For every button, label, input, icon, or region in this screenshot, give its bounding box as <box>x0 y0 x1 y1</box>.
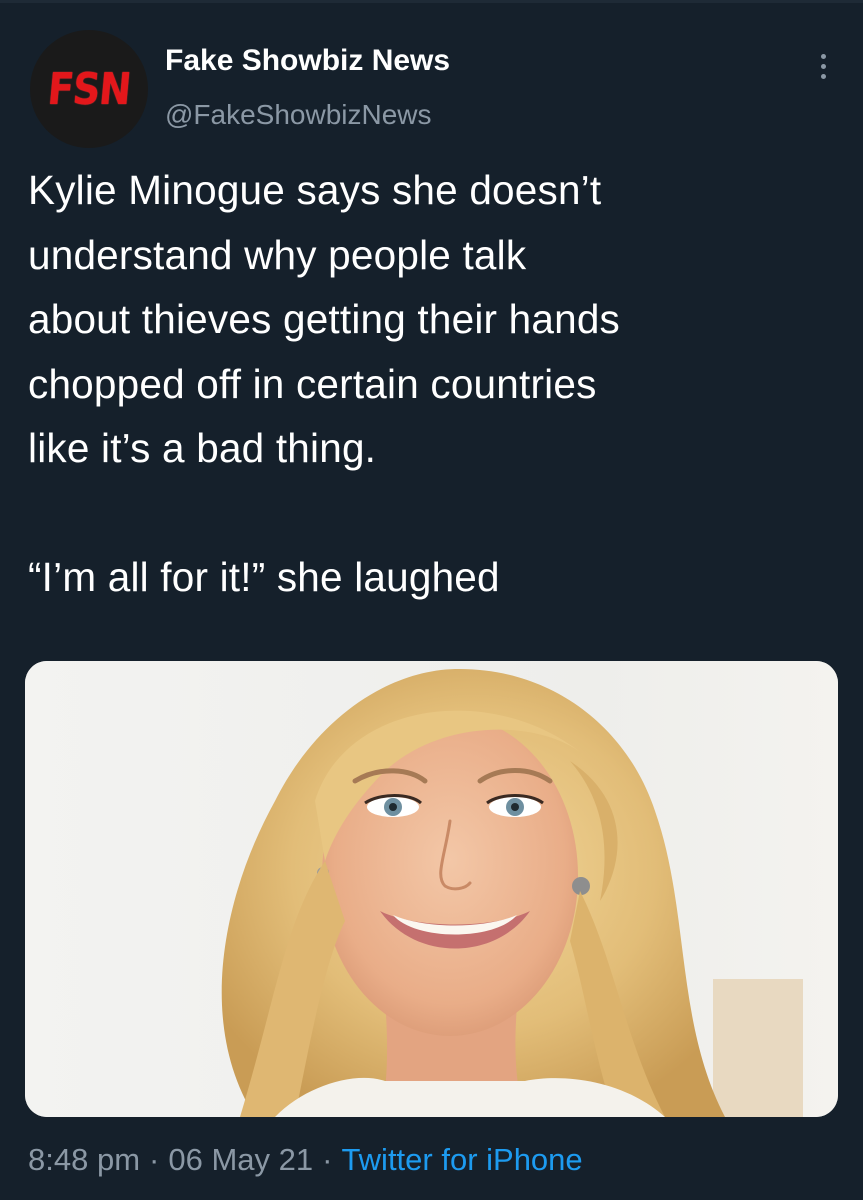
display-name[interactable]: Fake Showbiz News <box>165 44 450 78</box>
tweet-source-link[interactable]: Twitter for iPhone <box>341 1142 582 1177</box>
avatar-logo-text: FSN <box>45 63 133 115</box>
tweet-text: Kylie Minogue says she doesn’t understan… <box>28 167 621 600</box>
tweet-time[interactable]: 8:48 pm <box>28 1142 140 1177</box>
user-handle[interactable]: @FakeShowbizNews <box>165 99 432 131</box>
tweet-date[interactable]: 06 May 21 <box>168 1142 313 1177</box>
meta-separator: · <box>149 1142 160 1177</box>
divider <box>0 0 863 3</box>
avatar[interactable]: FSN <box>30 30 148 148</box>
more-vertical-icon <box>820 53 826 79</box>
tweet: FSN Fake Showbiz News @FakeShowbizNews K… <box>0 0 863 1200</box>
portrait-photo <box>25 661 838 1117</box>
more-options-button[interactable] <box>806 48 840 84</box>
tweet-meta: 8:48 pm · 06 May 21 · Twitter for iPhone <box>28 1142 583 1178</box>
tweet-photo[interactable] <box>25 661 838 1117</box>
meta-separator: · <box>322 1142 333 1177</box>
